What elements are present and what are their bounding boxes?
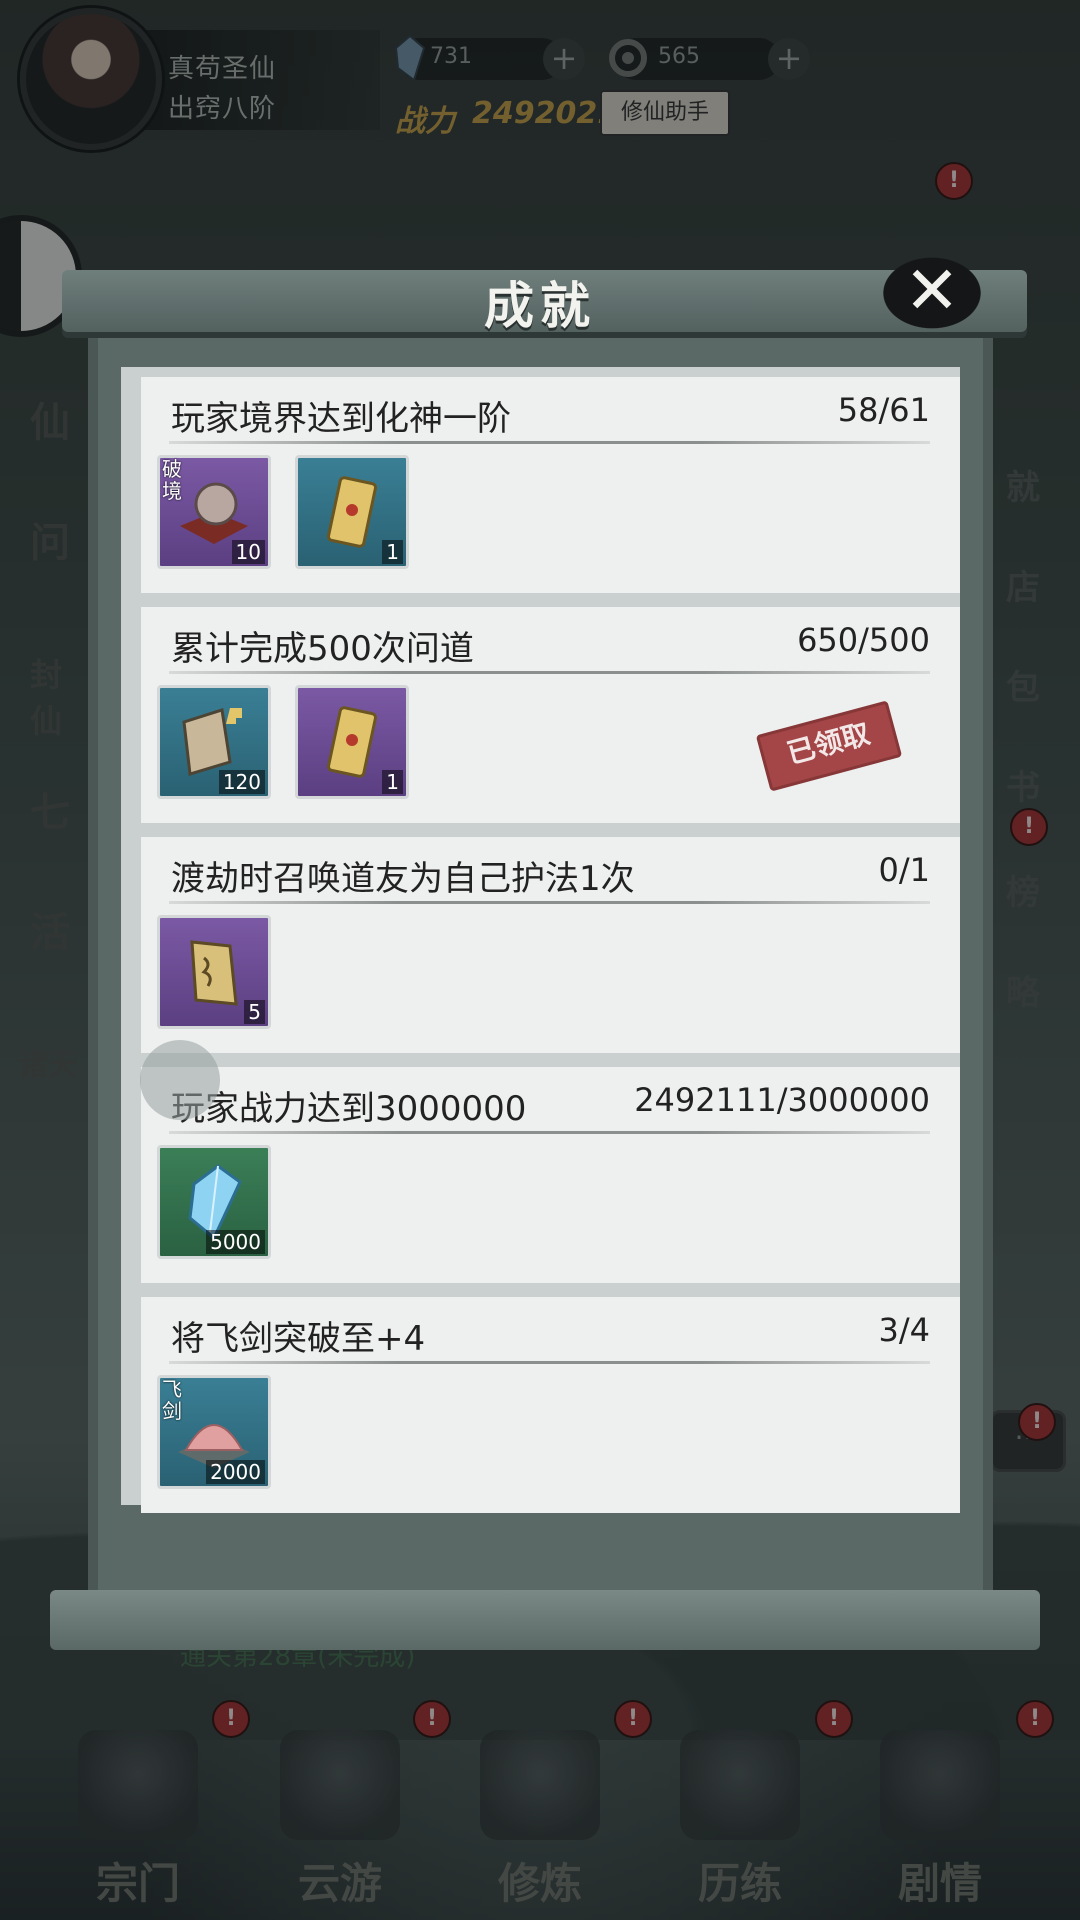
- item-tag: 飞剑: [162, 1377, 182, 1423]
- reward-item[interactable]: 5: [157, 915, 271, 1029]
- achievement-title: 玩家战力达到3000000: [171, 1089, 527, 1129]
- golden-talisman-icon: [326, 706, 378, 778]
- achievement-card: 将飞剑突破至+4 3/4 飞剑 2000: [141, 1297, 960, 1513]
- achievement-progress: 3/4: [878, 1311, 931, 1349]
- item-count: 1: [382, 540, 403, 564]
- claimed-stamp: 已领取: [755, 700, 903, 792]
- reward-item[interactable]: 1: [295, 455, 409, 569]
- divider: [169, 901, 930, 904]
- floating-assistant-icon[interactable]: [140, 1040, 220, 1120]
- item-count: 10: [231, 540, 265, 564]
- reward-item[interactable]: 5000: [157, 1145, 271, 1259]
- achievement-card: 累计完成500次问道 650/500 120 1 已领取: [141, 607, 960, 823]
- item-count: 1: [382, 770, 403, 794]
- achievement-progress: 58/61: [837, 391, 930, 429]
- reward-item[interactable]: 1: [295, 685, 409, 799]
- achievement-title: 渡劫时召唤道友为自己护法1次: [171, 859, 635, 899]
- achievement-title: 玩家境界达到化神一阶: [171, 399, 511, 439]
- divider: [169, 1131, 930, 1134]
- close-button[interactable]: ✕: [870, 248, 994, 338]
- divider: [169, 441, 930, 444]
- achievement-progress: 650/500: [797, 621, 930, 659]
- divider: [169, 671, 930, 674]
- reward-item[interactable]: 飞剑 2000: [157, 1375, 271, 1489]
- achievement-progress: 0/1: [878, 851, 931, 889]
- achievement-card: 渡劫时召唤道友为自己护法1次 0/1 5: [141, 837, 960, 1053]
- close-icon: ✕: [904, 252, 960, 329]
- item-count: 5: [244, 1000, 265, 1024]
- reward-item[interactable]: 120: [157, 685, 271, 799]
- item-count: 5000: [206, 1230, 265, 1254]
- item-count: 120: [218, 770, 265, 794]
- achievement-card: 玩家战力达到3000000 2492111/3000000 5000: [141, 1067, 960, 1283]
- achievement-title: 将飞剑突破至+4: [171, 1319, 426, 1359]
- item-count: 2000: [206, 1460, 265, 1484]
- achievement-title: 累计完成500次问道: [171, 629, 474, 669]
- divider: [169, 1361, 930, 1364]
- achievement-card: 玩家境界达到化神一阶 58/61 破境 10 1: [141, 377, 960, 593]
- scroll-icon: [190, 940, 238, 1006]
- reward-item[interactable]: 破境 10: [157, 455, 271, 569]
- achievement-progress: 2492111/3000000: [634, 1081, 930, 1119]
- item-tag: 破境: [162, 457, 182, 503]
- scroll-bottom-rod: [50, 1590, 1040, 1650]
- golden-talisman-icon: [326, 476, 378, 548]
- achievement-list[interactable]: 玩家境界达到化神一阶 58/61 破境 10 1 累计完成500次问道 650/…: [121, 367, 960, 1513]
